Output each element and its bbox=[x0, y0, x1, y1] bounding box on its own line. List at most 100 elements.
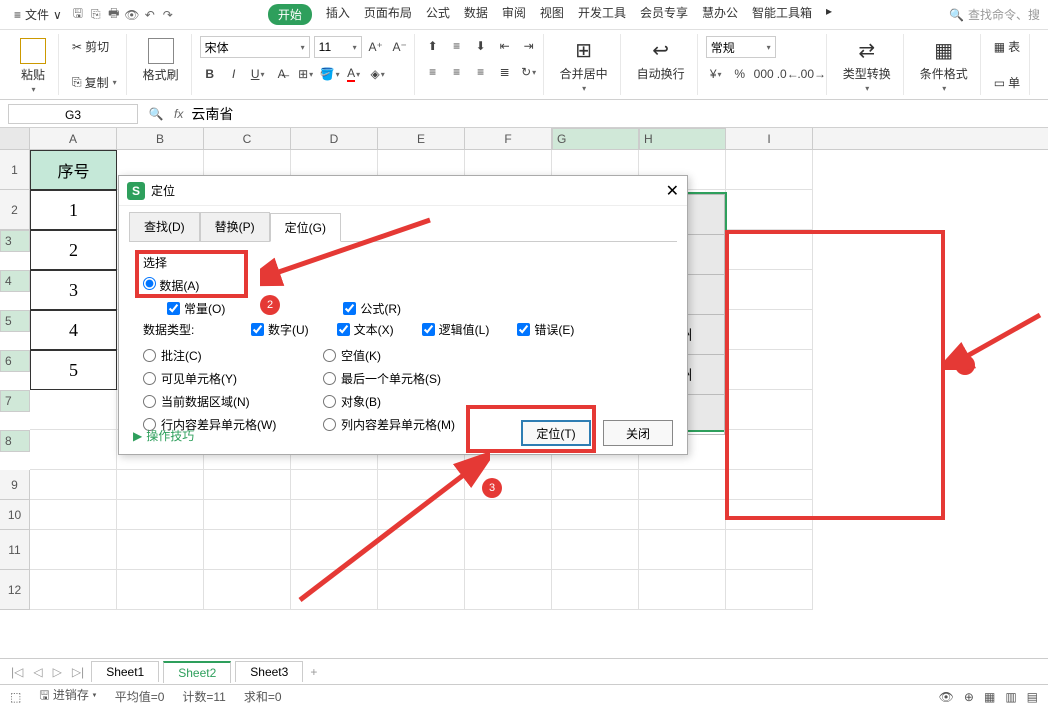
align-top-icon[interactable]: ⬆ bbox=[423, 36, 443, 56]
align-bot-icon[interactable]: ⬇ bbox=[471, 36, 491, 56]
col-F[interactable]: F bbox=[465, 128, 552, 149]
chk-num[interactable]: 数字(U) bbox=[251, 321, 309, 338]
col-H[interactable]: H bbox=[639, 128, 726, 150]
row-7[interactable]: 7 bbox=[0, 390, 30, 412]
tab-hui[interactable]: 慧办公 bbox=[702, 4, 738, 25]
tab-replace[interactable]: 替换(P) bbox=[200, 212, 270, 241]
print-icon[interactable]: 🖶 bbox=[106, 7, 122, 23]
col-E[interactable]: E bbox=[378, 128, 465, 149]
eye-icon[interactable]: 👁 bbox=[939, 690, 954, 704]
tab-smart[interactable]: 智能工具箱 bbox=[752, 4, 812, 25]
chk-err[interactable]: 错误(E) bbox=[517, 321, 574, 338]
fill-icon[interactable]: 🪣▾ bbox=[320, 64, 340, 84]
close-button[interactable]: 关闭 bbox=[603, 420, 673, 446]
close-icon[interactable]: ✕ bbox=[666, 181, 679, 201]
zoom-lens-icon[interactable]: 🔍 bbox=[146, 104, 166, 124]
radio-comment[interactable]: 批注(C) bbox=[143, 347, 323, 364]
cell-A3[interactable]: 2 bbox=[30, 230, 117, 270]
type-convert[interactable]: ⇄类型转换▾ bbox=[837, 36, 897, 95]
row-3[interactable]: 3 bbox=[0, 230, 30, 252]
sheet-tab-1[interactable]: Sheet1 bbox=[91, 661, 159, 682]
merge-button[interactable]: ⊞合并居中▾ bbox=[554, 36, 614, 95]
formula-bar[interactable]: 云南省 bbox=[191, 104, 233, 124]
col-C[interactable]: C bbox=[204, 128, 291, 149]
goto-button[interactable]: 定位(T) bbox=[521, 420, 591, 446]
col-B[interactable]: B bbox=[117, 128, 204, 149]
view-break-icon[interactable]: ▤ bbox=[1027, 690, 1038, 704]
select-all-corner[interactable] bbox=[0, 128, 30, 149]
radio-data[interactable]: 数据(A) bbox=[143, 277, 199, 294]
radio-obj[interactable]: 对象(B) bbox=[323, 393, 503, 410]
tab-goto[interactable]: 定位(G) bbox=[270, 213, 341, 242]
tab-dev[interactable]: 开发工具 bbox=[578, 4, 626, 25]
size-select[interactable]: 11▾ bbox=[314, 36, 362, 58]
radio-blank[interactable]: 空值(K) bbox=[323, 347, 503, 364]
font-color-icon[interactable]: A▾ bbox=[344, 64, 364, 84]
font-grow-icon[interactable]: A⁺ bbox=[366, 37, 386, 57]
tips-link[interactable]: ▶ 操作技巧 bbox=[133, 427, 194, 444]
align-mid-icon[interactable]: ≡ bbox=[447, 36, 467, 56]
tab-insert[interactable]: 插入 bbox=[326, 4, 350, 25]
chk-txt[interactable]: 文本(X) bbox=[337, 321, 394, 338]
tab-view[interactable]: 视图 bbox=[540, 4, 564, 25]
col-A[interactable]: A bbox=[30, 128, 117, 149]
file-menu[interactable]: ≡ 文件 ∨ bbox=[8, 4, 68, 25]
row-4[interactable]: 4 bbox=[0, 270, 30, 292]
justify-icon[interactable]: ≣ bbox=[495, 62, 515, 82]
row-6[interactable]: 6 bbox=[0, 350, 30, 372]
tab-member[interactable]: 会员专享 bbox=[640, 4, 688, 25]
font-shrink-icon[interactable]: A⁻ bbox=[390, 37, 410, 57]
tab-formula[interactable]: 公式 bbox=[426, 4, 450, 25]
cond-format[interactable]: ▦条件格式▾ bbox=[914, 36, 974, 95]
fx-icon[interactable]: fx bbox=[174, 107, 183, 121]
tab-data[interactable]: 数据 bbox=[464, 4, 488, 25]
row-9[interactable]: 9 bbox=[0, 470, 30, 500]
sheet-tab-3[interactable]: Sheet3 bbox=[235, 661, 303, 682]
save-icon[interactable]: 🖫 bbox=[70, 7, 86, 23]
dec-dec-icon[interactable]: .00→ bbox=[802, 64, 822, 84]
sheet-tab-2[interactable]: Sheet2 bbox=[163, 661, 231, 683]
cell-A4[interactable]: 3 bbox=[30, 270, 117, 310]
radio-coldiff[interactable]: 列内容差异单元格(M) bbox=[323, 416, 503, 433]
chk-logic[interactable]: 逻辑值(L) bbox=[422, 321, 490, 338]
col-D[interactable]: D bbox=[291, 128, 378, 149]
search-box[interactable]: 🔍 查找命令、搜 bbox=[949, 6, 1040, 23]
table-style[interactable]: ▦ 表 bbox=[991, 36, 1023, 57]
focus-icon[interactable]: ⊕ bbox=[964, 690, 974, 704]
radio-last[interactable]: 最后一个单元格(S) bbox=[323, 370, 503, 387]
row-10[interactable]: 10 bbox=[0, 500, 30, 530]
dec-inc-icon[interactable]: .0← bbox=[778, 64, 798, 84]
tab-start[interactable]: 开始 bbox=[268, 4, 312, 25]
indent-l-icon[interactable]: ⇤ bbox=[495, 36, 515, 56]
cut-button[interactable]: ✂ 剪切 bbox=[69, 36, 120, 57]
radio-visible[interactable]: 可见单元格(Y) bbox=[143, 370, 323, 387]
view-normal-icon[interactable]: ▦ bbox=[984, 690, 995, 704]
preview-icon[interactable]: 👁 bbox=[124, 7, 140, 23]
phonetic-icon[interactable]: ◈▾ bbox=[368, 64, 388, 84]
col-G[interactable]: G bbox=[552, 128, 639, 150]
border-icon[interactable]: ⊞▾ bbox=[296, 64, 316, 84]
redo-icon[interactable]: ↷ bbox=[160, 7, 176, 23]
align-center-icon[interactable]: ≡ bbox=[447, 62, 467, 82]
copy-button[interactable]: ⎘ 复制▾ bbox=[69, 72, 120, 93]
currency-icon[interactable]: ¥▾ bbox=[706, 64, 726, 84]
cell-A6[interactable]: 5 bbox=[30, 350, 117, 390]
chk-formula[interactable]: 公式(R) bbox=[343, 300, 401, 317]
percent-icon[interactable]: % bbox=[730, 64, 750, 84]
orient-icon[interactable]: ↻▾ bbox=[519, 62, 539, 82]
cell-A5[interactable]: 4 bbox=[30, 310, 117, 350]
chk-const[interactable]: 常量(O) bbox=[167, 300, 225, 317]
font-select[interactable]: 宋体▾ bbox=[200, 36, 310, 58]
col-I[interactable]: I bbox=[726, 128, 813, 149]
format-painter[interactable]: 格式刷 bbox=[137, 36, 185, 85]
number-format[interactable]: 常规▾ bbox=[706, 36, 776, 58]
align-left-icon[interactable]: ≡ bbox=[423, 62, 443, 82]
paste-button[interactable]: 粘贴▾ bbox=[14, 36, 52, 96]
export-icon[interactable]: ⎘ bbox=[88, 7, 104, 23]
row-12[interactable]: 12 bbox=[0, 570, 30, 610]
add-sheet-icon[interactable]: + bbox=[307, 665, 320, 679]
cell-A2[interactable]: 1 bbox=[30, 190, 117, 230]
row-5[interactable]: 5 bbox=[0, 310, 30, 332]
indent-r-icon[interactable]: ⇥ bbox=[519, 36, 539, 56]
italic-icon[interactable]: I bbox=[224, 64, 244, 84]
